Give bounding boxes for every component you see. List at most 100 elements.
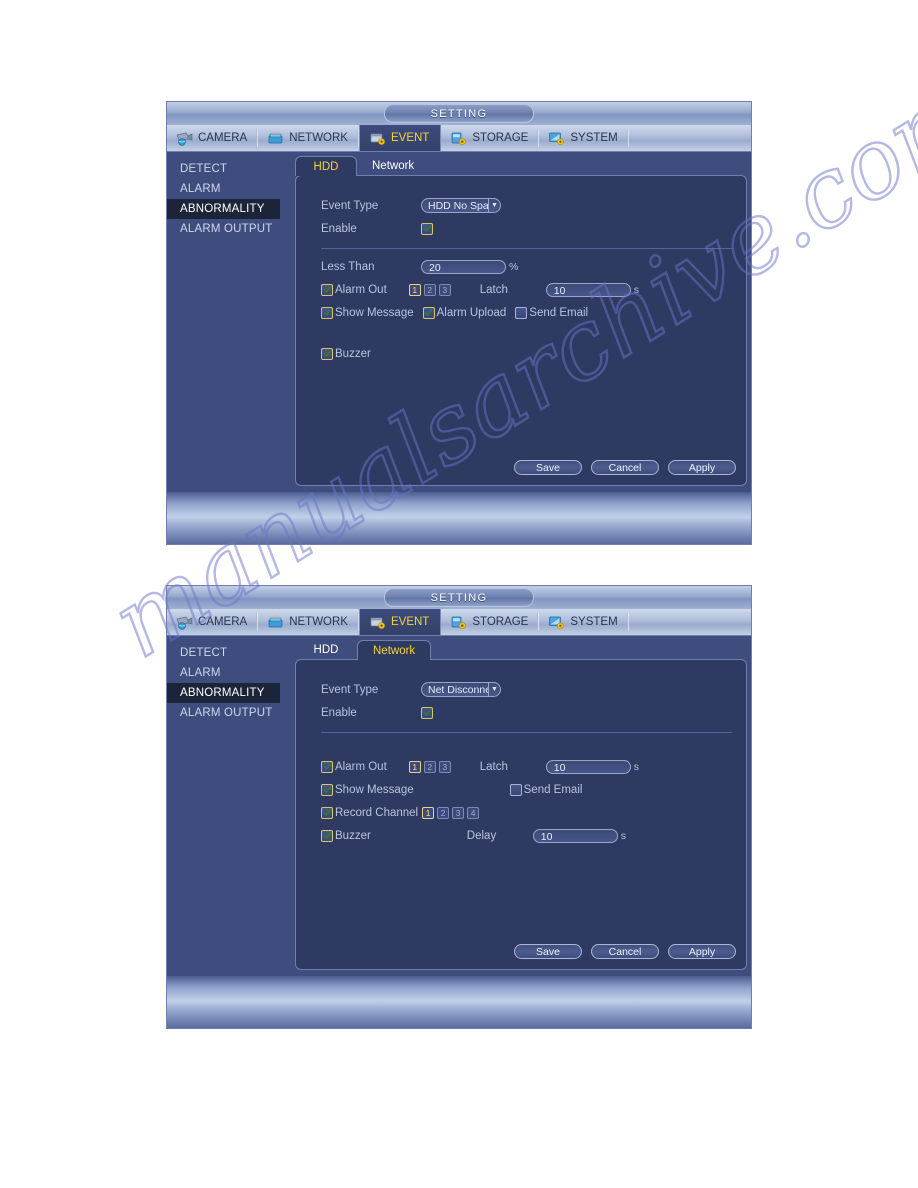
record-channel-checkbox[interactable] [321, 806, 333, 819]
cancel-button[interactable]: Cancel [591, 460, 659, 475]
event-type-label-2: Event Type [321, 683, 379, 696]
tab-system-label-2: SYSTEM [570, 616, 618, 628]
notify-row: Show Message Alarm Upload Send Email [321, 301, 732, 324]
sidebar-item-abnormality[interactable]: ABNORMALITY [167, 199, 280, 219]
camera-icon [176, 615, 193, 630]
event-type-value-2: Net Disconne [428, 683, 488, 696]
record-channel-1[interactable]: 1 [422, 806, 435, 819]
tab-event-label: EVENT [390, 132, 430, 144]
alarm-out-checkbox-2[interactable] [321, 760, 333, 773]
subtab-network[interactable]: Network [357, 156, 429, 176]
chevron-down-icon[interactable]: ▼ [488, 199, 500, 212]
tab-storage-label-2: STORAGE [472, 616, 529, 628]
check-icon [322, 349, 332, 357]
record-channel-3[interactable]: 3 [452, 806, 465, 819]
send-email-checkbox-2[interactable] [509, 783, 522, 796]
tab-event-2[interactable]: EVENT [358, 609, 442, 635]
alarm-out-channel-3[interactable]: 3 [438, 283, 451, 296]
delay-input[interactable]: 10 [532, 828, 618, 843]
apply-button[interactable]: Apply [668, 460, 736, 475]
alarm-out-channel-3-2[interactable]: 3 [438, 760, 451, 773]
apply-button-2[interactable]: Apply [668, 944, 736, 959]
buzzer-checkbox[interactable] [321, 347, 333, 360]
check-icon [322, 285, 332, 293]
tab-system[interactable]: SYSTEM [539, 125, 629, 151]
spacer-row [321, 324, 732, 342]
show-message-checkbox[interactable] [321, 306, 333, 319]
enable-checkbox[interactable] [421, 222, 433, 235]
event-type-select-2[interactable]: Net Disconne ▼ [421, 682, 501, 697]
save-button[interactable]: Save [514, 460, 582, 475]
alarm-out-channels-2: 1 2 3 [408, 760, 454, 773]
tab-camera-2[interactable]: CAMERA [167, 609, 259, 635]
cancel-button-2[interactable]: Cancel [591, 944, 659, 959]
event-type-select[interactable]: HDD No Spac ▼ [421, 198, 501, 213]
show-message-row-2: Show Message Send Email [321, 778, 732, 801]
buzzer-group[interactable]: Buzzer [321, 347, 371, 360]
send-email-group-2[interactable]: Send Email [509, 783, 582, 796]
buzzer-label-2: Buzzer [335, 829, 371, 842]
check-icon [322, 762, 332, 770]
latch-unit-2: s [633, 760, 640, 773]
record-channel-2[interactable]: 2 [437, 806, 450, 819]
window-body-2: DETECT ALARM ABNORMALITY ALARM OUTPUT HD… [167, 636, 751, 976]
tab-storage[interactable]: STORAGE [441, 125, 540, 151]
enable-checkbox-2[interactable] [421, 706, 433, 719]
subtab-hdd[interactable]: HDD [295, 156, 357, 176]
subtab-hdd-2[interactable]: HDD [295, 640, 357, 660]
window-title-2: SETTING [384, 588, 534, 607]
check-icon [422, 708, 432, 716]
main-tab-bar-2: CAMERA NETWORK EVENT STORAGE SYSTEM [167, 609, 751, 636]
record-channels: 1 2 3 4 [422, 806, 482, 819]
tab-network-2[interactable]: NETWORK [258, 609, 359, 635]
chevron-down-icon[interactable]: ▼ [488, 683, 500, 696]
sidebar-item-alarm[interactable]: ALARM [167, 179, 280, 199]
storage-icon [450, 131, 467, 146]
alarm-out-channel-2-2[interactable]: 2 [423, 760, 436, 773]
less-than-input[interactable]: 20 [421, 259, 506, 274]
latch-input[interactable]: 10 [545, 282, 631, 297]
save-button-2[interactable]: Save [514, 944, 582, 959]
buzzer-checkbox-2[interactable] [321, 829, 333, 842]
record-channel-group[interactable]: Record Channel [321, 806, 418, 819]
show-message-group-2[interactable]: Show Message [321, 783, 414, 796]
sidebar-item-detect-2[interactable]: DETECT [167, 643, 280, 663]
alarm-out-group[interactable]: Alarm Out [321, 283, 387, 296]
tab-camera[interactable]: CAMERA [167, 125, 259, 151]
alarm-out-channel-2[interactable]: 2 [423, 283, 436, 296]
sidebar-item-alarm-output[interactable]: ALARM OUTPUT [167, 219, 280, 239]
show-message-label: Show Message [335, 306, 414, 319]
alarm-out-group-2[interactable]: Alarm Out [321, 760, 387, 773]
enable-row-2: Enable [321, 701, 732, 724]
sidebar-item-alarm-output-2[interactable]: ALARM OUTPUT [167, 703, 280, 723]
show-message-group[interactable]: Show Message [321, 306, 414, 319]
latch-unit: s [633, 283, 640, 296]
check-icon [322, 308, 332, 316]
send-email-group[interactable]: Send Email [515, 306, 588, 319]
latch-input-2[interactable]: 10 [545, 759, 631, 774]
send-email-checkbox[interactable] [515, 306, 528, 319]
tab-network[interactable]: NETWORK [258, 125, 359, 151]
alarm-out-channel-1[interactable]: 1 [408, 283, 421, 296]
tab-storage-2[interactable]: STORAGE [441, 609, 540, 635]
alarm-upload-group[interactable]: Alarm Upload [422, 306, 506, 319]
sidebar-item-abnormality-2[interactable]: ABNORMALITY [167, 683, 280, 703]
tab-system-2[interactable]: SYSTEM [539, 609, 629, 635]
alarm-out-checkbox[interactable] [321, 283, 333, 296]
buzzer-group-2[interactable]: Buzzer [321, 829, 371, 842]
check-icon [424, 308, 433, 316]
alarm-upload-checkbox[interactable] [422, 306, 435, 319]
check-icon [322, 831, 332, 839]
tab-event[interactable]: EVENT [358, 125, 442, 151]
sidebar-item-detect[interactable]: DETECT [167, 159, 280, 179]
sidebar-menu-2: DETECT ALARM ABNORMALITY ALARM OUTPUT [167, 636, 280, 976]
window-body: DETECT ALARM ABNORMALITY ALARM OUTPUT HD… [167, 152, 751, 492]
alarm-out-row-2: Alarm Out 1 2 3 Latch 10 s [321, 755, 732, 778]
subtab-network-2[interactable]: Network [357, 640, 432, 660]
buzzer-row: Buzzer [321, 342, 732, 365]
window-title-bar: SETTING [167, 102, 751, 125]
show-message-checkbox-2[interactable] [321, 783, 333, 796]
alarm-out-channel-1-2[interactable]: 1 [408, 760, 421, 773]
sidebar-item-alarm-2[interactable]: ALARM [167, 663, 280, 683]
record-channel-4[interactable]: 4 [467, 806, 480, 819]
